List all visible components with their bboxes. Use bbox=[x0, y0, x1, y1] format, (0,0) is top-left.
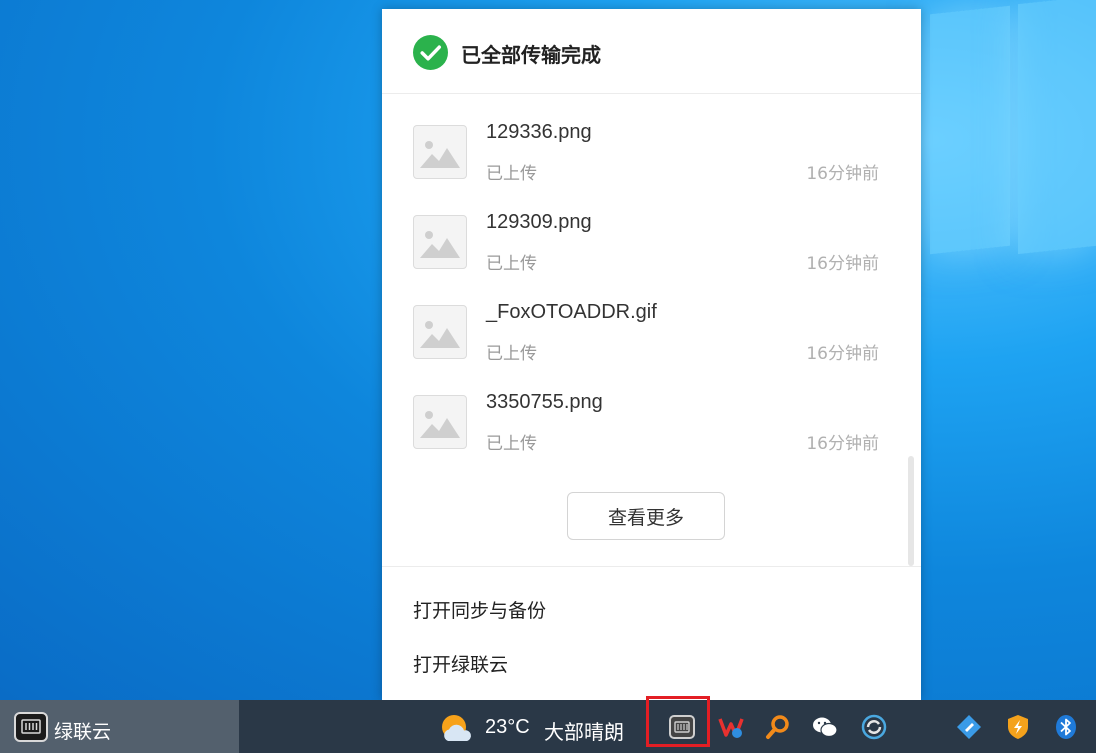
bluetooth-icon[interactable] bbox=[1053, 714, 1079, 740]
image-file-icon bbox=[413, 125, 467, 179]
file-name: 129336.png bbox=[486, 121, 592, 143]
taskbar: 绿联云 23°C 大部晴朗 bbox=[0, 696, 1096, 753]
weather-temperature[interactable]: 23°C bbox=[485, 716, 530, 739]
image-file-icon bbox=[413, 305, 467, 359]
image-file-icon bbox=[413, 395, 467, 449]
security-shield-icon[interactable] bbox=[861, 714, 887, 740]
file-status: 已上传 bbox=[486, 344, 537, 364]
partly-sunny-icon[interactable] bbox=[438, 713, 474, 743]
file-status: 已上传 bbox=[486, 434, 537, 454]
open-ugreen-cloud-menu-item[interactable]: 打开绿联云 bbox=[413, 650, 508, 677]
file-list-item[interactable]: 129336.png 已上传 16分钟前 bbox=[382, 118, 921, 208]
file-status: 已上传 bbox=[486, 164, 537, 184]
success-check-icon bbox=[413, 35, 448, 70]
ugreen-app-icon bbox=[14, 712, 48, 742]
shield-app-icon[interactable] bbox=[1005, 714, 1031, 740]
image-file-icon bbox=[413, 215, 467, 269]
file-list-item[interactable]: _FoxOTOADDR.gif 已上传 16分钟前 bbox=[382, 298, 921, 388]
file-list-item[interactable]: 129309.png 已上传 16分钟前 bbox=[382, 208, 921, 298]
open-sync-backup-menu-item[interactable]: 打开同步与备份 bbox=[413, 596, 546, 623]
file-time: 16分钟前 bbox=[806, 254, 879, 274]
wps-icon[interactable] bbox=[718, 714, 744, 740]
file-name: 3350755.png bbox=[486, 391, 603, 413]
file-time: 16分钟前 bbox=[806, 164, 879, 184]
view-more-button[interactable]: 查看更多 bbox=[567, 492, 725, 540]
popup-title: 已全部传输完成 bbox=[461, 43, 601, 67]
taskbar-app-label: 绿联云 bbox=[54, 721, 112, 743]
file-time: 16分钟前 bbox=[806, 344, 879, 364]
file-name: 129309.png bbox=[486, 211, 592, 233]
divider bbox=[382, 566, 921, 567]
transfer-popup: 已全部传输完成 129336.png 已上传 16分钟前 129309.png … bbox=[382, 9, 921, 700]
tag-app-icon[interactable] bbox=[956, 714, 982, 740]
scrollbar-thumb[interactable] bbox=[908, 456, 914, 566]
weather-description[interactable]: 大部晴朗 bbox=[544, 716, 624, 745]
file-status: 已上传 bbox=[486, 254, 537, 274]
file-name: _FoxOTOADDR.gif bbox=[486, 301, 657, 323]
popup-header: 已全部传输完成 bbox=[382, 9, 921, 94]
file-list-item[interactable]: 3350755.png 已上传 16分钟前 bbox=[382, 388, 921, 478]
taskbar-app-button[interactable]: 绿联云 bbox=[0, 700, 239, 753]
search-tool-icon[interactable] bbox=[765, 714, 791, 740]
file-time: 16分钟前 bbox=[806, 434, 879, 454]
windows-logo-pane bbox=[930, 5, 1010, 255]
ugreen-nas-icon[interactable] bbox=[669, 714, 695, 740]
wechat-icon[interactable] bbox=[812, 714, 838, 740]
windows-logo-pane bbox=[1018, 0, 1096, 255]
